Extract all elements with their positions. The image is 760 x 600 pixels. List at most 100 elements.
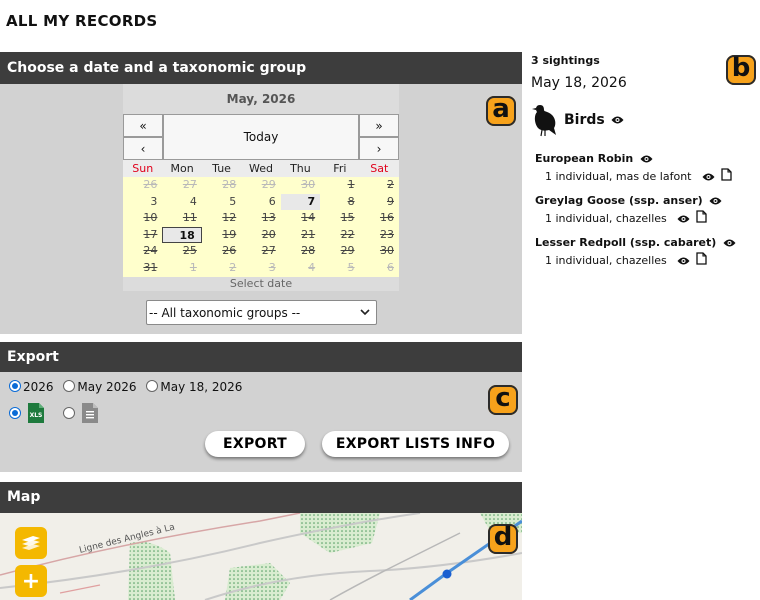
xls-icon-text: XLS [30,412,43,419]
sighting-detail: 1 individual, mas de lafont [545,169,692,183]
calendar-day: 13 [261,211,276,225]
calendar-day: 25 [182,244,197,258]
weekday-label: Mon [170,162,194,175]
eye-icon[interactable] [640,152,653,165]
calendar-day: 24 [143,244,158,258]
layers-icon [22,536,40,550]
calendar-day[interactable]: 18 [162,226,202,244]
chevron-down-icon [360,309,370,316]
format-xls-radio[interactable] [9,407,21,419]
calendar-days: 26 27 28 29 30 1 2 3 4 5 6 7 8 9 10 11 12 13 14 15 16 17 18 19 2… [123,177,399,277]
export-panel-heading: Export [0,342,522,372]
calendar-day: 19 [222,227,237,241]
taxonomic-group-header: Birds [532,103,624,137]
document-icon[interactable] [696,210,707,226]
weekday-label: Fri [333,162,347,175]
calendar-day[interactable]: 4 [162,194,201,211]
eye-icon[interactable] [702,170,715,183]
eye-icon[interactable] [723,236,736,249]
calendar-day: 2 [229,260,237,274]
calendar-day: 10 [143,211,158,225]
next-year-button[interactable]: » [359,114,399,137]
export-period-options: 2026 May 2026 May 18, 2026 [9,380,248,394]
next-month-button[interactable]: › [359,137,399,160]
weekday-label: Sun [132,162,154,175]
period-day-label: May 18, 2026 [160,380,243,394]
xls-file-icon: XLS [28,403,44,423]
calendar-day: 5 [347,260,355,274]
sighting-record: Greylag Goose (ssp. anser) 1 individual,… [535,194,722,226]
species-name[interactable]: Greylag Goose (ssp. anser) [535,194,703,207]
calendar-day: 6 [386,260,394,274]
weekday-label: Tue [212,162,231,175]
format-text-radio[interactable] [63,407,75,419]
calendar-day: 1 [189,260,197,274]
calendar-day: 8 [347,194,355,208]
species-name[interactable]: Lesser Redpoll (ssp. cabaret) [535,236,716,249]
period-month-label: May 2026 [77,380,137,394]
calendar-day[interactable]: 5 [202,194,241,211]
text-file-icon [82,403,98,423]
calendar-weekdays: Sun Mon Tue Wed Thu Fri Sat [123,160,399,177]
weekday-label: Sat [370,162,389,175]
calendar-day[interactable]: 3 [123,194,162,211]
zoom-in-button[interactable]: + [15,565,47,597]
calendar-day: 27 [261,244,276,258]
map[interactable]: Ligne des Angles à La + [0,513,522,600]
prev-year-button[interactable]: « [123,114,163,137]
eye-icon[interactable] [677,254,690,267]
export-format-options: XLS [9,402,99,424]
calendar-day: 2 [386,178,394,191]
calendar-day: 30 [379,244,394,258]
export-lists-info-button[interactable]: EXPORT LISTS INFO [322,431,509,457]
sighting-detail: 1 individual, chazelles [545,253,667,267]
calendar-day: 26 [143,178,158,191]
period-day-radio[interactable] [146,380,159,392]
calendar-day: 4 [308,260,316,274]
sighting-detail: 1 individual, chazelles [545,211,667,225]
taxonomic-group-select[interactable]: -- All taxonomic groups -- [146,300,377,325]
calendar-day[interactable]: 6 [241,194,280,211]
calendar-day: 29 [261,178,276,191]
taxonomic-group-value: -- All taxonomic groups -- [149,305,301,320]
calendar-month-label: May, 2026 [123,84,399,114]
calendar-day: 17 [143,227,158,241]
bird-icon [532,105,556,137]
calendar-day: 27 [182,178,197,191]
calendar-day: 29 [340,244,355,258]
calendar-day: 14 [301,211,316,225]
badge-d: d [488,524,518,554]
period-year-label: 2026 [23,380,54,394]
document-icon[interactable] [720,168,732,184]
calendar-day: 11 [182,211,197,225]
calendar-day: 16 [379,211,394,225]
calendar-day: 22 [340,227,355,241]
calendar: May, 2026 « Today » ‹ › Sun Mon Tue Wed Thu F… [123,84,399,291]
period-year-radio[interactable] [9,380,21,392]
document-icon[interactable] [696,252,707,268]
group-name: Birds [564,112,605,128]
calendar-day[interactable]: 7 [280,193,321,211]
export-button[interactable]: EXPORT [205,431,305,457]
sightings-date: May 18, 2026 [531,75,627,91]
today-button[interactable]: Today [163,114,359,160]
sighting-record: European Robin 1 individual, mas de lafo… [535,152,732,184]
eye-icon[interactable] [677,212,690,225]
calendar-day: 12 [222,211,237,225]
date-panel-heading: Choose a date and a taxonomic group [0,52,522,84]
eye-icon[interactable] [611,115,624,125]
badge-a: a [486,96,516,126]
period-month-radio[interactable] [63,380,76,392]
calendar-day: 28 [301,244,316,258]
prev-month-button[interactable]: ‹ [123,137,163,160]
weekday-label: Thu [290,162,311,175]
calendar-navigation: « Today » ‹ › [123,114,399,160]
layers-button[interactable] [15,527,47,559]
calendar-day: 30 [301,178,316,191]
weekday-label: Wed [249,162,273,175]
eye-icon[interactable] [709,194,722,207]
calendar-day: 26 [222,244,237,258]
calendar-footer: Select date [123,276,399,291]
map-tiles: Ligne des Angles à La [0,513,522,600]
species-name[interactable]: European Robin [535,152,633,165]
